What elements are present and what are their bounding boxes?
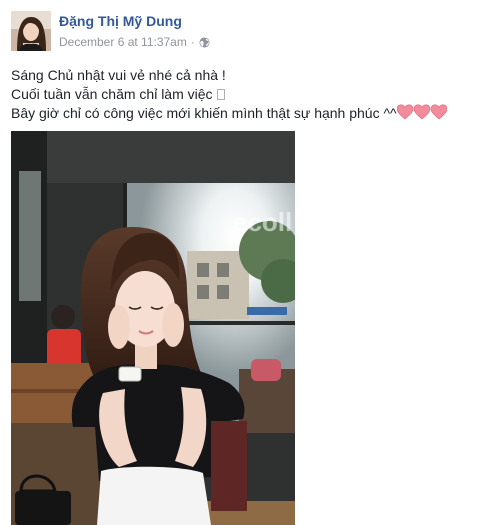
window-sign-text: ecoll xyxy=(233,207,292,237)
heart-emoji xyxy=(413,104,430,120)
post-message: Sáng Chủ nhật vui vẻ nhé cả nhà ! Cuối t… xyxy=(11,66,471,123)
post-line-2: Cuối tuần vẫn chăm chỉ làm việc xyxy=(11,86,213,102)
heart-emoji xyxy=(396,104,413,120)
heart-emoji xyxy=(430,104,447,120)
post-photo[interactable]: ecoll xyxy=(11,131,295,525)
facebook-post: Đặng Thị Mỹ Dung December 6 at 11:37am ·… xyxy=(0,0,478,525)
hearts-emoji-group xyxy=(396,104,447,120)
photo-illustration: ecoll xyxy=(11,131,295,525)
post-meta: December 6 at 11:37am · xyxy=(59,35,210,49)
avatar[interactable] xyxy=(11,11,51,51)
globe-icon[interactable] xyxy=(199,36,210,48)
author-name-link[interactable]: Đặng Thị Mỹ Dung xyxy=(59,13,182,29)
post-timestamp-link[interactable]: December 6 at 11:37am xyxy=(59,35,187,49)
post-line-3-wrap: Bây giờ chỉ có công việc mới khiến mình … xyxy=(11,104,471,123)
meta-separator: · xyxy=(190,35,195,49)
post-line-1: Sáng Chủ nhật vui vẻ nhé cả nhà ! xyxy=(11,67,226,83)
avatar-image xyxy=(11,11,51,51)
missing-glyph-icon xyxy=(216,89,225,100)
post-line-3: Bây giờ chỉ có công việc mới khiến mình … xyxy=(11,105,397,121)
post-line-2-wrap: Cuối tuần vẫn chăm chỉ làm việc xyxy=(11,85,471,104)
